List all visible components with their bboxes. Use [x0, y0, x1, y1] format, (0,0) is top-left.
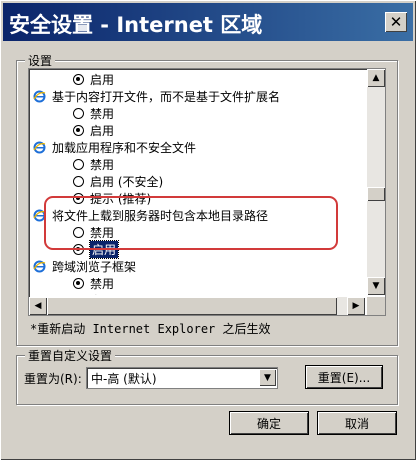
- close-icon: ✕: [389, 12, 403, 31]
- setting-option[interactable]: 禁用: [73, 275, 114, 292]
- setting-heading: 加载应用程序和不安全文件: [33, 139, 196, 156]
- close-button[interactable]: ✕: [385, 12, 407, 32]
- scroll-left-button[interactable]: ◀: [29, 297, 47, 315]
- setting-option-label: 启用: [90, 73, 115, 87]
- setting-heading: 基于内容打开文件，而不是基于文件扩展名: [33, 88, 280, 105]
- setting-option-label: 启用 (不安全): [90, 175, 164, 189]
- setting-option-label: 启用: [90, 124, 115, 138]
- setting-heading-label: 跨域浏览子框架: [52, 260, 137, 274]
- radio-unchecked[interactable]: [73, 108, 84, 119]
- radio-checked[interactable]: [73, 125, 84, 136]
- setting-heading: 跨域浏览子框架: [33, 258, 136, 275]
- scroll-right-button[interactable]: ▶: [347, 297, 365, 315]
- vertical-scroll-thumb[interactable]: [367, 187, 385, 201]
- cancel-button[interactable]: 取消: [318, 412, 396, 434]
- horizontal-scrollbar[interactable]: ◀ ▶: [29, 297, 365, 315]
- setting-option-label: 禁用: [90, 107, 115, 121]
- reset-button-label: 重置(E)...: [317, 370, 371, 385]
- radio-unchecked[interactable]: [73, 159, 84, 170]
- scroll-up-button[interactable]: ▲: [367, 69, 385, 87]
- combo-dropdown-button[interactable]: ▼: [259, 369, 276, 386]
- ie-settings-icon: [33, 260, 46, 273]
- settings-list[interactable]: 启用 基于内容打开文件，而不是基于文件扩展名 禁用 启用 加载应用程序和不安全文件 禁用启…: [28, 68, 386, 316]
- restart-note: *重新启动 Internet Explorer 之后生效: [30, 322, 271, 336]
- setting-heading-label: 加载应用程序和不安全文件: [52, 141, 197, 155]
- ok-button-label: 确定: [256, 416, 281, 431]
- title-bar[interactable]: 安全设置 - Internet 区域 ✕: [3, 3, 413, 41]
- setting-heading-label: 基于内容打开文件，而不是基于文件扩展名: [52, 90, 281, 104]
- vertical-scrollbar[interactable]: ▲ ▼: [367, 69, 385, 295]
- security-settings-window: 安全设置 - Internet 区域 ✕ 设置 启用基于内容打开文件，而不是基于…: [0, 0, 416, 460]
- setting-option[interactable]: 禁用: [73, 156, 114, 173]
- settings-list-rows: 启用 基于内容打开文件，而不是基于文件扩展名 禁用 启用 加载应用程序和不安全文件 禁用启…: [29, 69, 365, 295]
- setting-option[interactable]: 禁用: [73, 105, 114, 122]
- radio-checked[interactable]: [73, 278, 84, 289]
- horizontal-scroll-thumb[interactable]: [47, 297, 337, 315]
- scroll-up-icon: ▲: [372, 72, 380, 83]
- scroll-down-icon: ▼: [372, 280, 380, 291]
- reset-to-label: 重置为(R):: [24, 372, 82, 386]
- ie-settings-icon: [33, 90, 46, 103]
- reset-level-value: 中-高 (默认): [91, 372, 157, 386]
- ie-settings-icon: [33, 141, 46, 154]
- setting-option[interactable]: 启用: [73, 292, 114, 295]
- reset-level-select[interactable]: 中-高 (默认) ▼: [86, 367, 278, 389]
- scrollbar-corner: [367, 297, 385, 315]
- ok-button[interactable]: 确定: [230, 412, 308, 434]
- scroll-left-icon: ◀: [34, 300, 42, 311]
- window-title: 安全设置 - Internet 区域: [9, 13, 263, 37]
- radio-checked[interactable]: [73, 74, 84, 85]
- scroll-down-button[interactable]: ▼: [367, 277, 385, 295]
- reset-group-legend: 重置自定义设置: [25, 347, 116, 364]
- radio-unchecked[interactable]: [73, 176, 84, 187]
- settings-group-legend: 设置: [25, 52, 56, 69]
- setting-option-label: 禁用: [90, 277, 115, 291]
- setting-option[interactable]: 启用: [73, 122, 114, 139]
- highlight-annotation: [44, 196, 338, 250]
- setting-option[interactable]: 启用 (不安全): [73, 173, 163, 190]
- setting-option-label: 启用: [90, 292, 114, 295]
- setting-option[interactable]: 启用: [73, 71, 114, 88]
- setting-option-label: 禁用: [90, 158, 115, 172]
- reset-button[interactable]: 重置(E)...: [306, 366, 382, 388]
- scroll-right-icon: ▶: [352, 300, 360, 311]
- chevron-down-icon: ▼: [264, 372, 271, 383]
- cancel-button-label: 取消: [344, 416, 369, 431]
